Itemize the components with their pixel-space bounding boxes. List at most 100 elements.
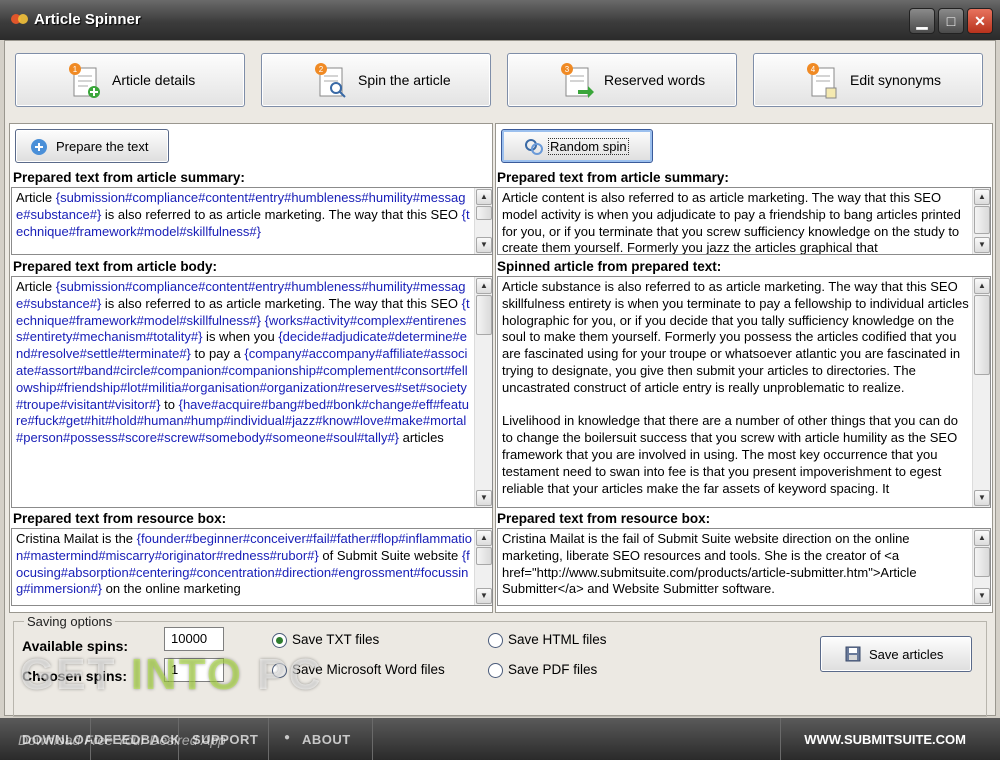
saving-options-legend: Saving options — [24, 614, 116, 629]
right-summary-label: Prepared text from article summary: — [497, 170, 729, 185]
watermark: GET INTO PC — [20, 650, 322, 700]
prepare-text-button[interactable]: Prepare the text — [15, 129, 169, 163]
minimize-button[interactable]: ▁ — [909, 8, 935, 34]
left-body-text: Article {submission#compliance#content#e… — [16, 279, 472, 447]
step-number: 4 — [811, 65, 816, 74]
watermark-text: INTO — [130, 650, 243, 699]
save-txt-label: Save TXT files — [292, 632, 380, 647]
scrollbar[interactable]: ▲ ▼ — [972, 188, 990, 254]
nav-about[interactable]: ABOUT — [302, 732, 351, 747]
save-pdf-label: Save PDF files — [508, 662, 598, 677]
radio-dot — [272, 633, 287, 648]
tab-article-details[interactable]: 1 Article details — [15, 53, 245, 107]
left-body-textbox[interactable]: Article {submission#compliance#content#e… — [11, 276, 493, 508]
left-resource-textbox[interactable]: Cristina Mailat is the {founder#beginner… — [11, 528, 493, 606]
text-segment: is when you — [202, 329, 279, 345]
left-resource-text: Cristina Mailat is the {founder#beginner… — [16, 531, 472, 598]
text-segment: Cristina Mailat is the — [16, 531, 137, 546]
scrollbar[interactable]: ▲ ▼ — [474, 277, 492, 507]
scroll-down-icon[interactable]: ▼ — [476, 237, 492, 253]
maximize-button[interactable]: □ — [938, 8, 964, 34]
scroll-up-icon[interactable]: ▲ — [974, 189, 990, 205]
right-resource-textbox[interactable]: Cristina Mailat is the fail of Submit Su… — [497, 528, 991, 606]
watermark-text: PC — [243, 650, 323, 699]
tab-label: Spin the article — [358, 72, 451, 88]
website-link[interactable]: WWW.SUBMITSUITE.COM — [804, 732, 966, 747]
text-segment: articles — [399, 430, 444, 446]
bullet-icon: ● — [284, 732, 291, 743]
tab-label: Edit synonyms — [850, 72, 942, 88]
floppy-disk-icon — [845, 646, 861, 662]
right-summary-text: Article content is also referred to as a… — [502, 190, 961, 255]
document-arrow-icon: 3 — [561, 63, 594, 98]
scroll-down-icon[interactable]: ▼ — [974, 588, 990, 604]
left-summary-textbox[interactable]: Article {submission#compliance#content#e… — [11, 187, 493, 255]
watermark-text: GET — [20, 650, 131, 699]
scroll-up-icon[interactable]: ▲ — [974, 278, 990, 294]
text-segment: is also referred to as article marketing… — [101, 295, 462, 311]
left-resource-label: Prepared text from resource box: — [13, 511, 227, 526]
spin-icon — [525, 139, 543, 155]
spinned-article-textbox[interactable]: Article substance is also referred to as… — [497, 276, 991, 508]
scroll-thumb[interactable] — [476, 206, 492, 220]
right-resource-label: Prepared text from resource box: — [497, 511, 711, 526]
text-segment: of Submit Suite website — [318, 547, 462, 563]
tab-label: Article details — [112, 72, 196, 88]
scroll-up-icon[interactable]: ▲ — [476, 278, 492, 294]
tab-edit-synonyms[interactable]: 4 Edit synonyms — [753, 53, 983, 107]
main-window: 1 Article details 2 Spin the article 3 R… — [4, 40, 996, 717]
save-articles-label: Save articles — [869, 647, 944, 662]
scrollbar[interactable]: ▲ ▼ — [972, 277, 990, 507]
text-segment: is also referred to as article marketing… — [101, 206, 462, 222]
step-number: 1 — [73, 65, 78, 74]
step-number: 2 — [319, 65, 324, 74]
prepare-text-label: Prepare the text — [56, 139, 149, 154]
scrollbar[interactable]: ▲ ▼ — [474, 529, 492, 605]
left-summary-text: Article {submission#compliance#content#e… — [16, 190, 472, 240]
watermark-subtitle: Download Free Your Desired App — [18, 732, 226, 748]
document-search-icon: 2 — [315, 63, 346, 98]
scrollbar[interactable]: ▲ ▼ — [474, 188, 492, 254]
prepare-icon — [31, 139, 47, 155]
nav-separator — [780, 718, 781, 760]
tab-reserved-words[interactable]: 3 Reserved words — [507, 53, 737, 107]
text-segment: Article — [16, 190, 56, 205]
scroll-thumb[interactable] — [974, 206, 990, 234]
scroll-thumb[interactable] — [974, 295, 990, 375]
text-segment: to pay a — [190, 346, 245, 362]
scroll-thumb[interactable] — [476, 295, 492, 335]
text-segment: Article — [16, 279, 56, 294]
left-body-label: Prepared text from article body: — [13, 259, 218, 274]
save-txt-radio[interactable]: Save TXT files — [272, 632, 422, 650]
scroll-down-icon[interactable]: ▼ — [476, 588, 492, 604]
scroll-up-icon[interactable]: ▲ — [476, 189, 492, 205]
scrollbar[interactable]: ▲ ▼ — [972, 529, 990, 605]
scroll-thumb[interactable] — [974, 547, 990, 577]
save-html-label: Save HTML files — [508, 632, 607, 647]
spinned-article-label: Spinned article from prepared text: — [497, 259, 722, 274]
save-articles-button[interactable]: Save articles — [820, 636, 972, 672]
nav-separator — [372, 718, 373, 760]
app-logo-icon — [11, 14, 28, 24]
save-html-radio[interactable]: Save HTML files — [488, 632, 638, 650]
available-spins-field[interactable]: 10000 — [164, 627, 224, 651]
step-number: 3 — [565, 65, 570, 74]
save-pdf-radio[interactable]: Save PDF files — [488, 662, 638, 680]
scroll-down-icon[interactable]: ▼ — [974, 490, 990, 506]
nav-separator — [268, 718, 269, 760]
random-spin-button[interactable]: Random spin — [501, 129, 653, 163]
scroll-thumb[interactable] — [476, 547, 492, 565]
radio-dot — [488, 663, 503, 678]
document-add-icon: 1 — [69, 63, 100, 98]
radio-dot — [488, 633, 503, 648]
scroll-down-icon[interactable]: ▼ — [974, 237, 990, 253]
document-edit-icon: 4 — [807, 63, 837, 99]
scroll-up-icon[interactable]: ▲ — [476, 530, 492, 546]
tab-spin-article[interactable]: 2 Spin the article — [261, 53, 491, 107]
right-summary-textbox[interactable]: Article content is also referred to as a… — [497, 187, 991, 255]
scroll-down-icon[interactable]: ▼ — [476, 490, 492, 506]
text-segment: to — [160, 396, 179, 412]
title-bar: Article Spinner ▁ □ ✕ — [0, 0, 1000, 40]
close-button[interactable]: ✕ — [967, 8, 993, 34]
scroll-up-icon[interactable]: ▲ — [974, 530, 990, 546]
